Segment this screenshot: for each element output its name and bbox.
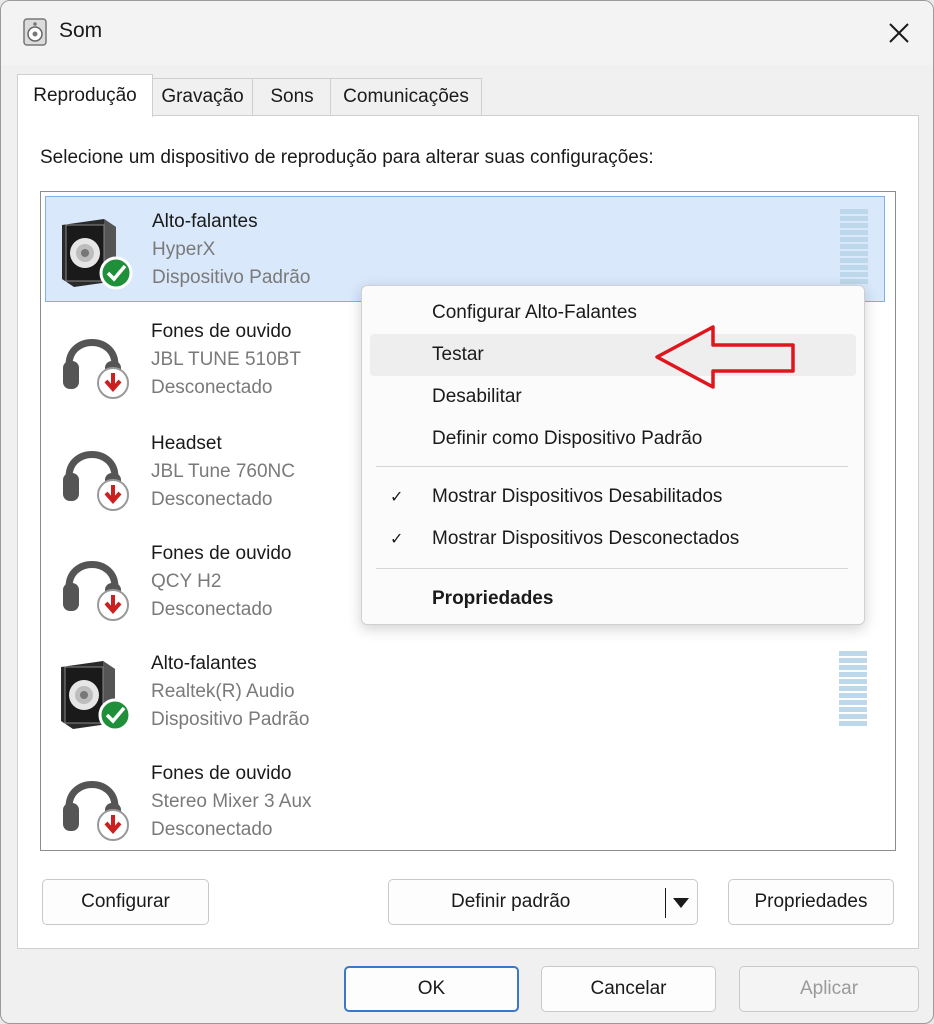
headphones-disconnected-icon [63, 451, 129, 511]
tab-sounds[interactable]: Sons [252, 78, 332, 115]
volume-meter [839, 651, 867, 731]
device-name: Headset [151, 433, 222, 454]
checkmark-icon: ✓ [390, 531, 404, 548]
device-name: Fones de ouvido [151, 543, 292, 564]
device-status: Desconectado [151, 599, 273, 620]
menu-item-set-default[interactable]: Definir como Dispositivo Padrão [370, 418, 856, 460]
set-default-label: Definir padrão [451, 891, 571, 912]
volume-meter [840, 209, 868, 289]
device-status: Dispositivo Padrão [152, 267, 311, 288]
device-row[interactable]: Alto-falantes Realtek(R) Audio Dispositi… [45, 639, 883, 743]
sound-dialog: Som Reprodução Gravação Sons Comunicaçõe… [0, 0, 934, 1024]
device-description: JBL TUNE 510BT [151, 349, 301, 370]
headphones-disconnected-icon [63, 561, 129, 621]
title-bar: Som [1, 1, 933, 65]
menu-separator [376, 568, 848, 569]
device-name: Alto-falantes [152, 211, 258, 232]
headphones-disconnected-icon [63, 339, 129, 399]
device-name: Fones de ouvido [151, 763, 292, 784]
device-row[interactable]: Fones de ouvido Stereo Mixer 3 Aux Desco… [45, 749, 883, 853]
device-status: Desconectado [151, 819, 273, 840]
properties-button[interactable]: Propriedades [728, 879, 894, 925]
cancel-button[interactable]: Cancelar [541, 966, 716, 1012]
menu-item-properties[interactable]: Propriedades [370, 578, 856, 620]
speaker-default-icon [62, 219, 133, 290]
instruction-text: Selecione um dispositivo de reprodução p… [40, 147, 654, 168]
set-default-split-button[interactable]: Definir padrão [388, 879, 698, 925]
red-arrow-annotation [655, 325, 795, 389]
headphones-disconnected-icon [63, 781, 129, 841]
device-name: Fones de ouvido [151, 321, 292, 342]
menu-separator [376, 466, 848, 467]
device-description: JBL Tune 760NC [151, 461, 295, 482]
menu-item-show-disabled[interactable]: ✓ Mostrar Dispositivos Desabilitados [370, 476, 856, 518]
tab-recording[interactable]: Gravação [151, 78, 254, 115]
checkmark-icon: ✓ [390, 489, 404, 506]
tab-playback[interactable]: Reprodução [17, 74, 153, 117]
speaker-default-icon [61, 661, 132, 732]
split-divider [665, 888, 666, 918]
window-title: Som [59, 19, 103, 42]
device-description: HyperX [152, 239, 216, 260]
device-description: QCY H2 [151, 571, 222, 592]
device-status: Desconectado [151, 377, 273, 398]
device-status: Desconectado [151, 489, 273, 510]
close-button[interactable] [871, 11, 927, 55]
menu-item-show-disconnected[interactable]: ✓ Mostrar Dispositivos Desconectados [370, 518, 856, 560]
speaker-app-icon [23, 18, 47, 46]
device-status: Dispositivo Padrão [151, 709, 310, 730]
ok-button[interactable]: OK [344, 966, 519, 1012]
device-name: Alto-falantes [151, 653, 257, 674]
configure-button[interactable]: Configurar [42, 879, 209, 925]
device-description: Stereo Mixer 3 Aux [151, 791, 312, 812]
tab-communications[interactable]: Comunicações [330, 78, 482, 115]
device-description: Realtek(R) Audio [151, 681, 295, 702]
apply-button[interactable]: Aplicar [739, 966, 919, 1012]
close-icon [889, 23, 909, 43]
chevron-down-icon[interactable] [673, 898, 689, 908]
